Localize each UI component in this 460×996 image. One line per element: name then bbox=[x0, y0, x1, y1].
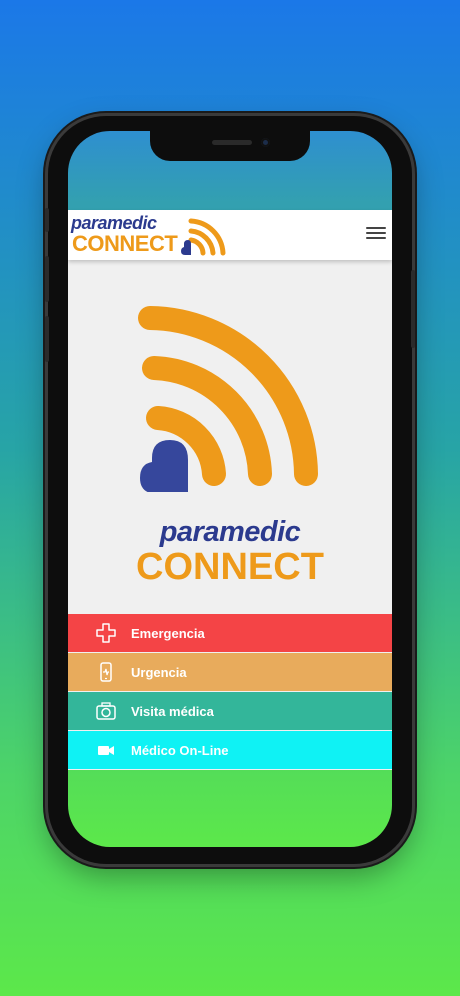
camera-icon bbox=[96, 702, 116, 720]
brand-title-line1: paramedic bbox=[159, 516, 301, 548]
header-logo-line2: CONNECT bbox=[72, 231, 178, 256]
brand-title-line2: CONNECT bbox=[136, 546, 324, 588]
signal-heart-logo bbox=[138, 306, 318, 492]
visita-medica-button[interactable]: Visita médica bbox=[68, 692, 392, 730]
video-camera-icon bbox=[98, 746, 114, 755]
visita-medica-label: Visita médica bbox=[131, 704, 214, 719]
signal-heart-icon bbox=[181, 218, 226, 256]
silent-switch bbox=[45, 208, 49, 232]
phone-pulse-icon bbox=[100, 662, 112, 682]
emergencia-button[interactable]: Emergencia bbox=[68, 614, 392, 652]
front-camera bbox=[261, 138, 270, 147]
emergencia-label: Emergencia bbox=[131, 626, 205, 641]
medical-cross-icon bbox=[96, 623, 116, 643]
volume-down-button bbox=[45, 316, 49, 362]
app-view: paramedic CONNECT paramedic CONNECT Emer… bbox=[68, 210, 392, 770]
medico-online-label: Médico On-Line bbox=[131, 743, 229, 758]
header-logo[interactable]: paramedic CONNECT bbox=[71, 213, 227, 257]
urgencia-button[interactable]: Urgencia bbox=[68, 653, 392, 691]
phone-screen: paramedic CONNECT paramedic CONNECT Emer… bbox=[68, 131, 392, 847]
phone-notch bbox=[150, 131, 310, 161]
hamburger-menu-icon[interactable] bbox=[366, 224, 386, 240]
medico-online-button[interactable]: Médico On-Line bbox=[68, 731, 392, 769]
power-button bbox=[411, 270, 415, 348]
speaker-grille bbox=[212, 140, 252, 145]
app-header: paramedic CONNECT bbox=[68, 210, 392, 260]
volume-up-button bbox=[45, 256, 49, 302]
urgencia-label: Urgencia bbox=[131, 665, 187, 680]
